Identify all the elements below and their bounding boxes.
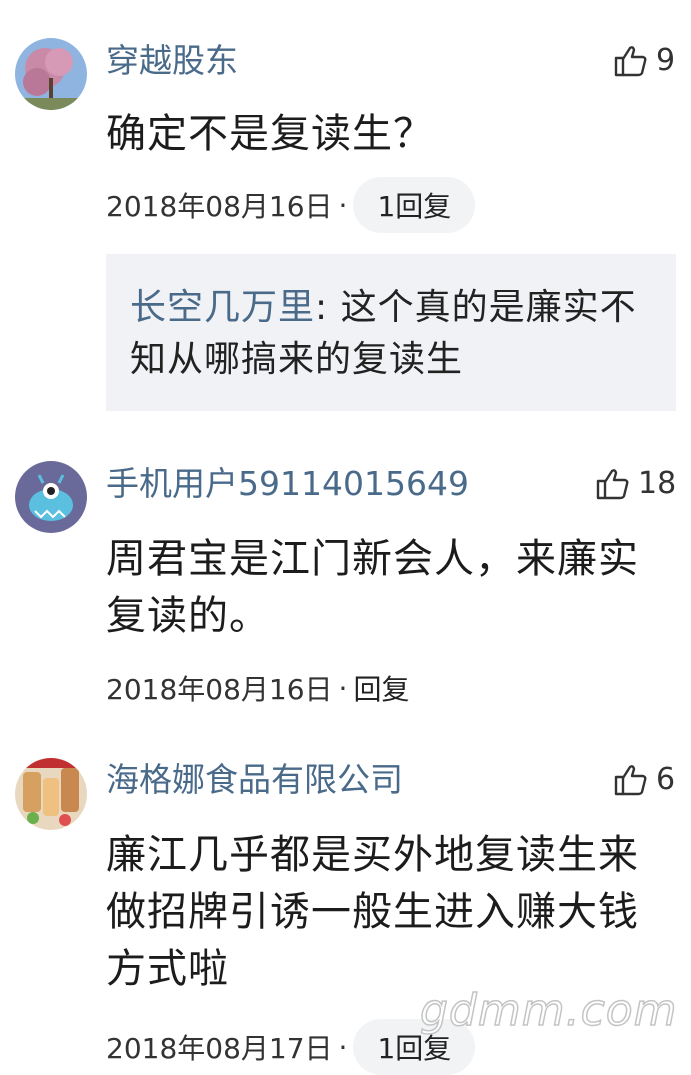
comment-text: 廉江几乎都是买外地复读生来做招牌引诱一般生进入赚大钱方式啦 bbox=[106, 832, 639, 992]
like-count: 6 bbox=[656, 762, 676, 797]
like-count: 9 bbox=[656, 43, 676, 78]
avatar[interactable] bbox=[15, 38, 87, 110]
comment-date: 2018年08月16日 bbox=[106, 673, 333, 706]
comment-date: 2018年08月17日 bbox=[106, 1032, 333, 1065]
username[interactable]: 海格娜食品有限公司 bbox=[106, 760, 403, 800]
username[interactable]: 手机用户59114015649 bbox=[106, 464, 469, 504]
reply-author[interactable]: 长空几万里 bbox=[130, 287, 315, 328]
username[interactable]: 穿越股东 bbox=[106, 41, 238, 81]
thumbs-up-icon bbox=[614, 763, 648, 797]
reply-preview[interactable]: 长空几万里: 这个真的是廉实不知从哪搞来的复读生 bbox=[106, 254, 676, 411]
avatar[interactable] bbox=[15, 461, 87, 533]
reply-count-button[interactable]: 1回复 bbox=[353, 177, 476, 233]
comment-text: 确定不是复读生？ bbox=[106, 111, 434, 157]
like-button[interactable]: 9 bbox=[614, 41, 675, 81]
reply-button[interactable]: 回复 bbox=[353, 668, 409, 708]
comment-meta: 2018年08月16日 · 1回复 bbox=[106, 177, 476, 233]
reply-colon: : bbox=[315, 287, 329, 328]
comment-text: 周君宝是江门新会人，来廉实复读的。 bbox=[106, 536, 639, 639]
like-count: 18 bbox=[638, 466, 677, 501]
separator-dot: · bbox=[338, 188, 348, 222]
thumbs-up-icon bbox=[614, 44, 648, 78]
separator-dot: · bbox=[338, 1030, 348, 1064]
avatar[interactable] bbox=[15, 758, 87, 830]
thumbs-up-icon bbox=[596, 467, 630, 501]
separator-dot: · bbox=[338, 671, 348, 705]
watermark: gdmm.com bbox=[419, 984, 678, 1037]
comment-date: 2018年08月16日 bbox=[106, 190, 333, 223]
like-button[interactable]: 6 bbox=[614, 760, 675, 800]
reply-text: 长空几万里: 这个真的是廉实不知从哪搞来的复读生 bbox=[130, 282, 652, 386]
like-button[interactable]: 18 bbox=[596, 464, 676, 504]
comment-meta: 2018年08月16日 · 回复 bbox=[106, 660, 409, 716]
